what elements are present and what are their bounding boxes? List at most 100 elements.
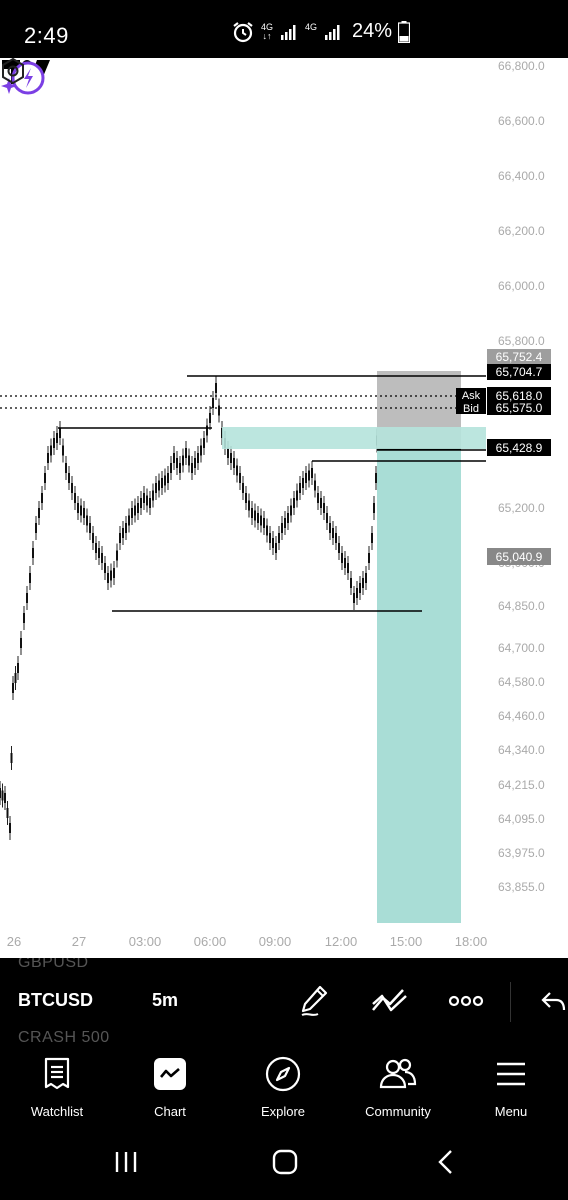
time-axis[interactable]: 26 27 03:00 06:00 09:00 12:00 15:00 18:00 [7, 934, 488, 949]
time-axis-label: 18:00 [455, 934, 488, 949]
watchlist-icon [44, 1057, 70, 1090]
candle-body [167, 473, 169, 483]
price-axis-label: 64,340.0 [498, 743, 545, 757]
candle-body [362, 578, 364, 588]
candle-body [371, 533, 373, 543]
candle-body [104, 563, 106, 573]
indicators-icon[interactable] [370, 984, 410, 1018]
price-axis-label: 65,800.0 [498, 334, 545, 348]
chart-area[interactable]: 66,800.0 66,600.0 66,400.0 66,200.0 66,000.0… [0, 58, 568, 958]
ask-label: Ask [462, 390, 481, 402]
undo-icon[interactable] [538, 984, 568, 1018]
price-axis-label: 66,400.0 [498, 169, 545, 183]
highlight-zone[interactable] [222, 427, 486, 449]
candle-body [218, 405, 220, 416]
candle-body [53, 438, 55, 448]
time-axis-label: 15:00 [390, 934, 423, 949]
candle-body [299, 483, 301, 493]
candle-body [266, 525, 268, 536]
home-icon[interactable] [271, 1148, 299, 1176]
candle-body [1, 790, 4, 801]
candle-body [107, 573, 109, 583]
symbol-toolbar: GBPUSD BTCUSD 5m CRASH 500 [0, 958, 568, 1042]
candle-body [281, 523, 283, 533]
candle-body [359, 583, 361, 593]
next-symbol[interactable]: CRASH 500 [18, 1029, 110, 1042]
candle-body [68, 473, 70, 483]
nav-menu[interactable]: Menu [456, 1052, 566, 1119]
price-axis-label: 64,580.0 [498, 675, 545, 689]
candle-body [158, 480, 160, 491]
drawing-pen-icon[interactable] [298, 984, 332, 1018]
price-axis-label: 65,200.0 [498, 501, 545, 515]
compass-icon [265, 1056, 301, 1092]
hamburger-menu-icon [497, 1062, 525, 1086]
candle-body [353, 593, 355, 603]
candle-body [173, 453, 175, 463]
candle-body [293, 498, 295, 508]
candle-body [86, 515, 88, 526]
bid-label: Bid [463, 403, 479, 415]
candle-body [170, 463, 172, 473]
candle-body [41, 493, 43, 503]
candle-body [233, 458, 235, 468]
candle-body [242, 483, 244, 493]
symbol-selector[interactable]: BTCUSD [18, 990, 93, 1011]
candle-body [215, 383, 217, 393]
nav-watchlist-label: Watchlist [30, 1104, 84, 1119]
candle-body [197, 453, 199, 463]
candle-body [236, 465, 238, 476]
nav-community[interactable]: Community [343, 1052, 453, 1119]
prev-symbol[interactable]: GBPUSD [18, 958, 89, 972]
nav-watchlist[interactable]: Watchlist [2, 1052, 112, 1119]
candle-body [341, 553, 343, 563]
candle-body [185, 448, 187, 458]
recent-apps-icon[interactable] [113, 1148, 141, 1176]
price-axis-label: 64,700.0 [498, 641, 545, 655]
candle-body [56, 433, 58, 443]
nav-chart[interactable]: Chart [115, 1052, 225, 1119]
price-axis-label: 66,600.0 [498, 114, 545, 128]
price-axis-label: 66,800.0 [498, 59, 545, 73]
candle-body [80, 505, 82, 516]
candle-body [23, 613, 25, 623]
candle-body [59, 428, 61, 438]
candle-body [155, 483, 157, 493]
back-icon[interactable] [432, 1148, 460, 1176]
candle-body [311, 468, 313, 478]
candle-body [71, 483, 73, 493]
candle-body [332, 528, 334, 538]
interval-selector[interactable]: 5m [152, 990, 178, 1011]
price-axis-label: 63,975.0 [498, 846, 545, 860]
candle-body [95, 543, 97, 553]
candle-body [284, 518, 286, 528]
price-axis[interactable]: 66,800.0 66,600.0 66,400.0 66,200.0 66,000.0… [498, 59, 545, 894]
nav-explore[interactable]: Explore [228, 1052, 338, 1119]
candle-body [62, 445, 64, 456]
candle-body [209, 413, 211, 423]
candle-body [0, 788, 1, 798]
candle-body [32, 548, 34, 558]
candle-body [239, 473, 241, 483]
more-options-icon[interactable] [448, 984, 484, 1018]
tag-stop-level-text: 65,040.9 [496, 550, 543, 564]
tag-bid-value-text: 65,575.0 [496, 401, 543, 415]
nav-menu-label: Menu [494, 1104, 528, 1119]
candle-body [287, 513, 289, 523]
profit-zone[interactable] [377, 449, 461, 923]
candle-body [92, 533, 94, 543]
candle-body [113, 568, 115, 578]
candle-body [26, 593, 28, 603]
candle-body [206, 425, 208, 436]
candle-body [17, 663, 19, 673]
price-chart[interactable]: 66,800.0 66,600.0 66,400.0 66,200.0 66,000.0… [0, 58, 568, 958]
candle-body [373, 503, 375, 513]
battery-percent: 24% [352, 20, 393, 42]
chart-settings-icon[interactable] [0, 58, 26, 84]
candle-body [230, 453, 232, 463]
candle-body [65, 463, 67, 473]
candle-body [278, 533, 280, 543]
candle-body [375, 473, 377, 483]
candle-body [257, 513, 259, 523]
candle-body [14, 673, 17, 683]
